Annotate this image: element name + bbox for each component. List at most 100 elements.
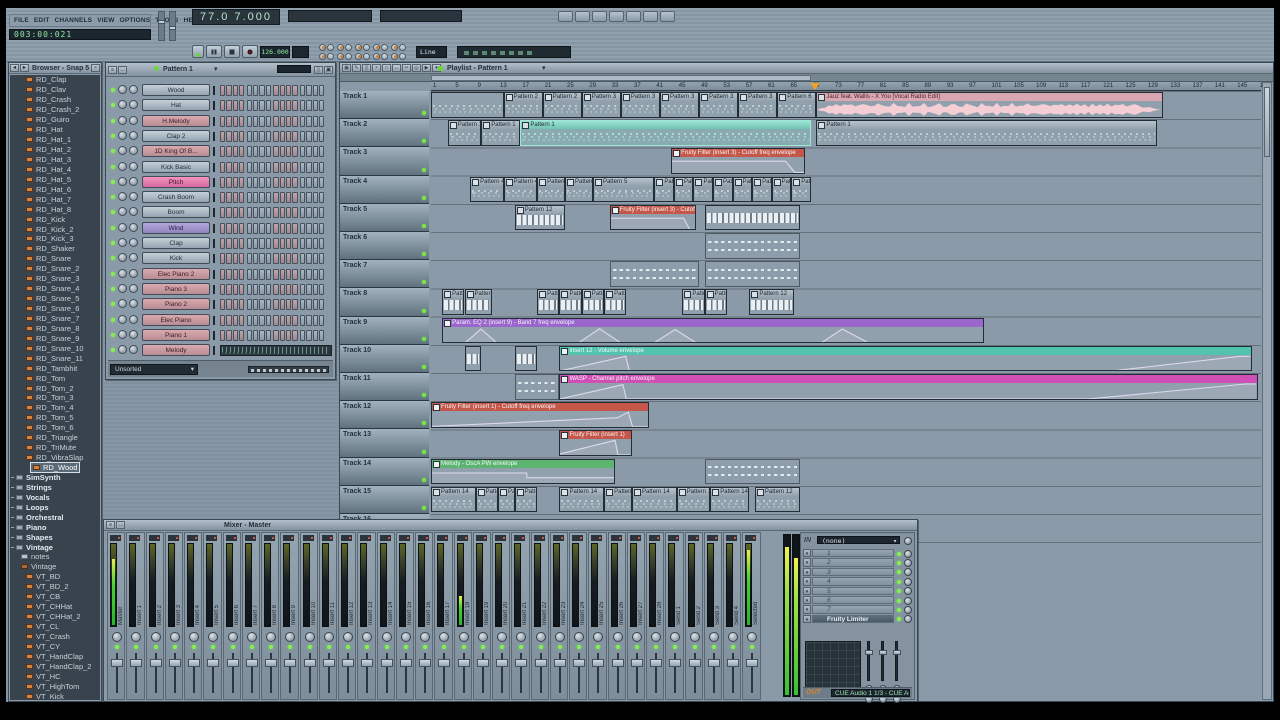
strip-fader-handle[interactable] [284,659,296,667]
step-cell[interactable] [259,299,264,310]
step-cell[interactable] [273,315,278,326]
pattern-step-clip[interactable]: Pattern 12 [749,289,794,315]
step-cell[interactable] [286,315,291,326]
draw-tool-button[interactable]: ✎ [352,64,361,72]
channel-pan-knob[interactable] [118,223,127,232]
step-cell[interactable] [313,330,318,341]
strip-pan-knob[interactable] [343,632,353,642]
step-cell[interactable] [233,85,238,96]
toolbar-shortcut-button[interactable] [609,11,624,22]
rack-minimap[interactable] [248,366,329,373]
channel-enable-led[interactable] [111,149,115,153]
channel-volume-knob[interactable] [129,85,138,94]
audio-clip[interactable]: Jauz feat. Wallis - X You [Vocal Radio E… [816,92,1162,118]
step-cell[interactable] [313,85,318,96]
strip-pan-knob[interactable] [151,632,161,642]
browser-item[interactable]: RD_Hat [10,125,100,135]
pattern-dash-clip[interactable] [515,374,560,400]
step-cell[interactable] [319,315,324,326]
fx-slot-mix-knob[interactable] [904,597,912,605]
strip-enable-led[interactable] [635,645,639,649]
strip-pan-knob[interactable] [555,632,565,642]
browser-item[interactable]: RD_Hat_5 [10,174,100,184]
step-cell[interactable] [300,162,305,173]
toggle-led-icon[interactable] [337,53,344,60]
browser-item[interactable]: RD_Snare_5 [10,294,100,304]
step-cell[interactable] [313,192,318,203]
track-header[interactable]: Track 9 [340,317,429,345]
step-cell[interactable] [292,131,297,142]
browser-folder[interactable]: Shapes [10,532,100,542]
toolbar-shortcut-button[interactable] [626,11,641,22]
strip-enable-led[interactable] [442,645,446,649]
step-cell[interactable] [300,269,305,280]
channel-rack-titlebar[interactable]: ≡ □ Pattern 1 ▾ ▒ ▣ [106,63,335,77]
step-cell[interactable] [233,284,238,295]
strip-enable-led[interactable] [327,645,331,649]
strip-fader-handle[interactable] [361,659,373,667]
mixer-strip[interactable]: Insert 23 [550,532,568,700]
mixer-strip[interactable]: Insert 22 [531,532,549,700]
step-cell[interactable] [266,299,271,310]
step-cell[interactable] [220,146,225,157]
mixer-strip[interactable]: Insert 27 [627,532,645,700]
step-cell[interactable] [253,284,258,295]
fx-out-select[interactable]: CUE Audio 1 1/3 - CUE Aud... [831,689,910,697]
track-enable-led[interactable] [422,393,426,397]
step-cell[interactable] [259,284,264,295]
browser-item[interactable]: RD_Kick_3 [10,234,100,244]
channel-volume-knob[interactable] [129,284,138,293]
browser-item[interactable]: RD_Tom_3 [10,393,100,403]
pattern-step-clip[interactable]: Pattern 12 [515,205,565,231]
channel-enable-led[interactable] [111,287,115,291]
pattern-step-clip[interactable] [465,346,482,372]
strip-fader-handle[interactable] [438,659,450,667]
pattern-dash-clip[interactable] [610,261,699,287]
pattern-clip[interactable]: Pattern 14 [632,487,677,513]
menu-edit[interactable]: EDIT [34,17,50,24]
strip-fader-handle[interactable] [592,659,604,667]
step-cell[interactable] [247,207,252,218]
step-cell[interactable] [306,315,311,326]
strip-pan-knob[interactable] [574,632,584,642]
strip-pan-knob[interactable] [228,632,238,642]
browser-item[interactable]: VT_BD [10,572,100,582]
browser-item[interactable]: RD_Clav [10,85,100,95]
strip-enable-led[interactable] [558,645,562,649]
track-header[interactable]: Track 12 [340,401,429,429]
step-cell[interactable] [226,299,231,310]
channel-pan-knob[interactable] [118,315,127,324]
playback-tool-button[interactable]: ▶ [422,64,431,72]
mixer-strip[interactable]: Insert 1 [126,532,144,700]
strip-fader-handle[interactable] [458,659,470,667]
toggle-led-icon[interactable] [355,44,362,51]
strip-fader-handle[interactable] [207,659,219,667]
fx-slot-mix-knob[interactable] [904,559,912,567]
strip-enable-led[interactable] [192,645,196,649]
step-cell[interactable] [286,100,291,111]
pattern-clip[interactable]: Pattern 3 [654,177,674,203]
mixer-strip[interactable]: Insert 7 [242,532,260,700]
fx-slot-menu-icon[interactable]: ▾ [803,558,811,566]
step-cell[interactable] [313,253,318,264]
step-cell[interactable] [226,223,231,234]
browser-item[interactable]: RD_Clap [10,75,100,85]
mixer-strip[interactable]: Insert 14 [377,532,395,700]
step-cell[interactable] [233,177,238,188]
pattern-clip[interactable]: Pattern 4 [504,177,538,203]
pattern-clip[interactable]: Pattern 4 [470,177,504,203]
channel-pan-knob[interactable] [118,146,127,155]
step-cell[interactable] [259,223,264,234]
paint-tool-button[interactable]: ▒ [362,64,371,72]
channel-pan-knob[interactable] [118,299,127,308]
browser-back-icon[interactable]: ◄ [10,64,19,72]
step-cell[interactable] [220,299,225,310]
strip-fader-handle[interactable] [631,659,643,667]
step-cell[interactable] [273,85,278,96]
automation-clip[interactable]: Fruity Filter (insert 3) - Cutoff freq e… [610,205,697,231]
channel-enable-led[interactable] [111,226,115,230]
step-cell[interactable] [233,253,238,264]
strip-enable-led[interactable] [654,645,658,649]
strip-fader-handle[interactable] [130,659,142,667]
mixer-strip[interactable]: Master [107,532,125,700]
